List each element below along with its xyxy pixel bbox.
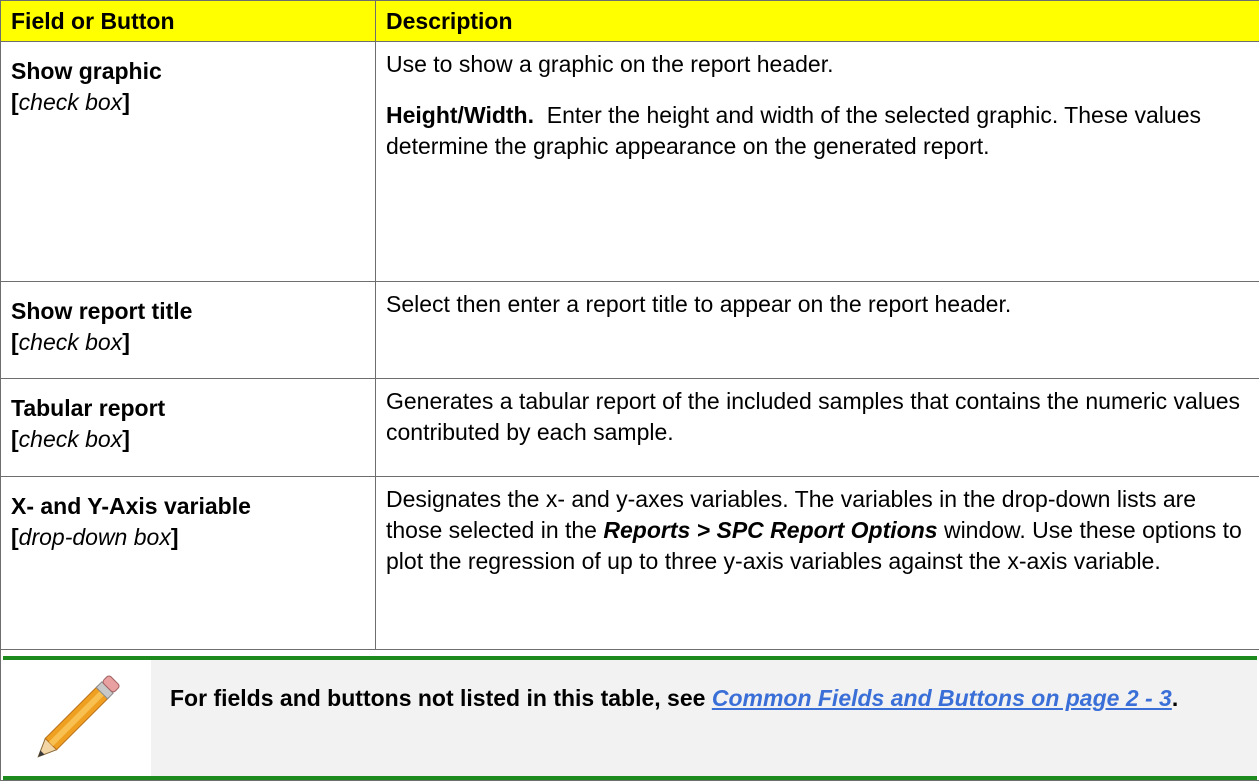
field-description-table: Field or Button Description Show graphic… [0,0,1259,781]
table-header-row: Field or Button Description [1,1,1259,42]
common-fields-link[interactable]: Common Fields and Buttons on page 2 - 3 [712,685,1172,711]
field-type-text: check box [19,426,123,452]
field-cell: Show report title [check box] [1,282,376,379]
description-cell: Use to show a graphic on the report head… [376,42,1259,282]
field-name: X- and Y-Axis variable [11,491,367,522]
field-type: [check box] [11,87,367,118]
note-box: For fields and buttons not listed in thi… [3,656,1257,780]
description-cell: Select then enter a report title to appe… [376,282,1259,379]
field-type: [drop-down box] [11,522,367,553]
header-description: Description [376,1,1259,42]
field-type: [check box] [11,424,367,455]
header-field-or-button: Field or Button [1,1,376,42]
field-cell: Show graphic [check box] [1,42,376,282]
table-row: Show graphic [check box] Use to show a g… [1,42,1259,282]
field-type: [check box] [11,327,367,358]
description-text: Use to show a graphic on the report head… [386,49,1251,80]
note-text-post: . [1172,685,1178,711]
note-background [151,660,1257,776]
sub-label: Height/Width. [386,102,534,128]
description-text: Designates the x- and y-axes variables. … [386,484,1251,577]
field-cell: Tabular report [check box] [1,379,376,477]
pencil-icon [25,670,125,770]
note-cell: For fields and buttons not listed in thi… [1,650,1259,781]
description-text: Select then enter a report title to appe… [386,289,1251,320]
description-cell: Designates the x- and y-axes variables. … [376,477,1259,650]
table-row: Show report title [check box] Select the… [1,282,1259,379]
field-name: Show graphic [11,56,367,87]
description-subsection: Height/Width. Enter the height and width… [386,100,1251,162]
field-name: Show report title [11,296,367,327]
note-text: For fields and buttons not listed in thi… [170,682,1240,715]
field-type-text: check box [19,329,123,355]
field-name: Tabular report [11,393,367,424]
description-cell: Generates a tabular report of the includ… [376,379,1259,477]
note-text-pre: For fields and buttons not listed in thi… [170,685,705,711]
field-cell: X- and Y-Axis variable [drop-down box] [1,477,376,650]
menu-path: Reports > SPC Report Options [603,517,937,543]
description-text: Generates a tabular report of the includ… [386,386,1251,448]
field-type-text: check box [19,89,123,115]
table-row: Tabular report [check box] Generates a t… [1,379,1259,477]
field-type-text: drop-down box [19,524,171,550]
note-row: For fields and buttons not listed in thi… [1,650,1259,781]
table-row: X- and Y-Axis variable [drop-down box] D… [1,477,1259,650]
